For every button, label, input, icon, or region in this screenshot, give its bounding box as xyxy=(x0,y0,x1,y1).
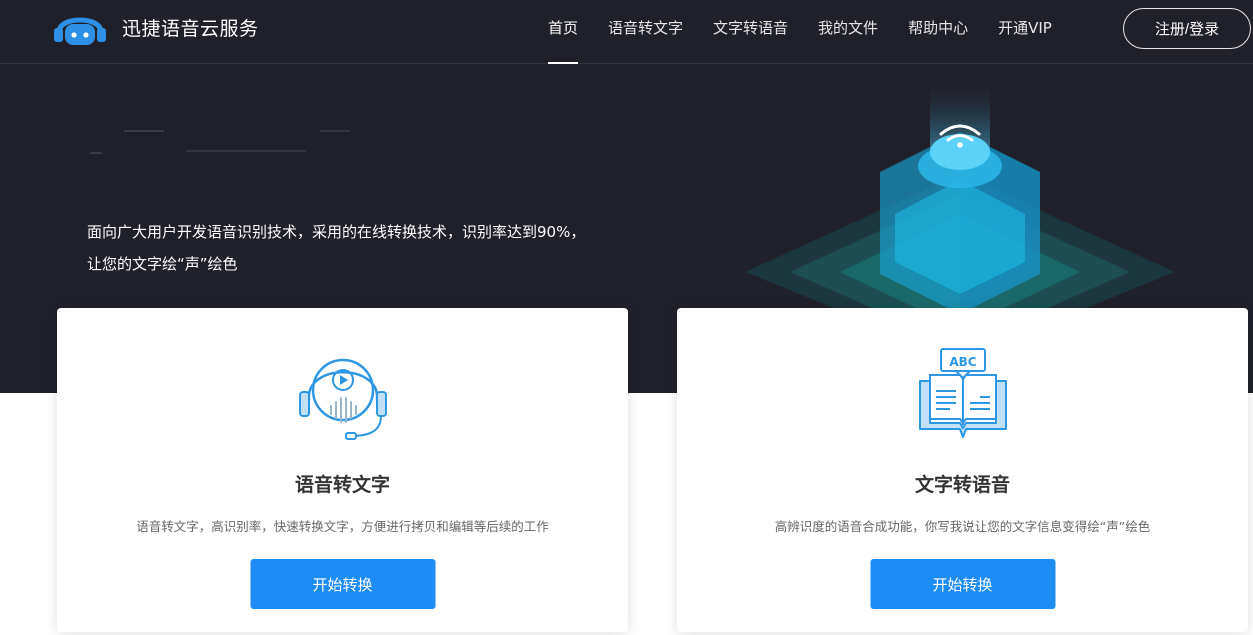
hero-description: 面向广大用户开发语音识别技术，采用的在线转换技术，识别率达到90%，让您的文字绘… xyxy=(87,223,586,273)
speech-to-text-card: 语音转文字 语音转文字，高识别率，快速转换文字，方便进行拷贝和编辑等后续的工作 … xyxy=(57,308,628,632)
register-login-button[interactable]: 注册/登录 xyxy=(1123,8,1251,49)
top-navbar: 迅捷语音云服务 首页 语音转文字 文字转语音 我的文件 帮助中心 开通VIP 注… xyxy=(0,0,1253,64)
cloud-cube-wifi-icon xyxy=(745,84,1175,316)
card-description: 语音转文字，高识别率，快速转换文字，方便进行拷贝和编辑等后续的工作 xyxy=(136,519,549,534)
start-convert-button[interactable]: 开始转换 xyxy=(250,559,435,609)
nav-item-home[interactable]: 首页 xyxy=(548,0,579,64)
card-title: 文字转语音 xyxy=(914,474,1010,496)
hero-faint-heading xyxy=(90,130,350,154)
nav-item-vip[interactable]: 开通VIP xyxy=(998,0,1052,64)
card-description: 高辨识度的语音合成功能，你写我说让您的文字信息变得绘“声”绘色 xyxy=(774,519,1151,534)
nav-item-speech-to-text[interactable]: 语音转文字 xyxy=(608,0,683,64)
brand-name: 迅捷语音云服务 xyxy=(122,17,259,40)
start-convert-button[interactable]: 开始转换 xyxy=(870,559,1055,609)
headset-play-icon xyxy=(298,358,387,440)
svg-text:ABC: ABC xyxy=(949,355,976,369)
card-title: 语音转文字 xyxy=(294,474,390,496)
nav-item-help-center[interactable]: 帮助中心 xyxy=(908,0,968,64)
brand[interactable]: 迅捷语音云服务 xyxy=(50,8,259,46)
text-to-speech-card: ABC 文字转语音 高辨识度的语音合成功能，你写我说让您的文字信息变得绘“声”绘… xyxy=(677,308,1248,632)
book-abc-icon: ABC xyxy=(918,348,1007,438)
nav-item-text-to-speech[interactable]: 文字转语音 xyxy=(713,0,788,64)
nav-item-my-files[interactable]: 我的文件 xyxy=(818,0,878,64)
main-nav: 首页 语音转文字 文字转语音 我的文件 帮助中心 开通VIP xyxy=(548,0,1082,64)
robot-headphones-icon xyxy=(54,17,106,45)
